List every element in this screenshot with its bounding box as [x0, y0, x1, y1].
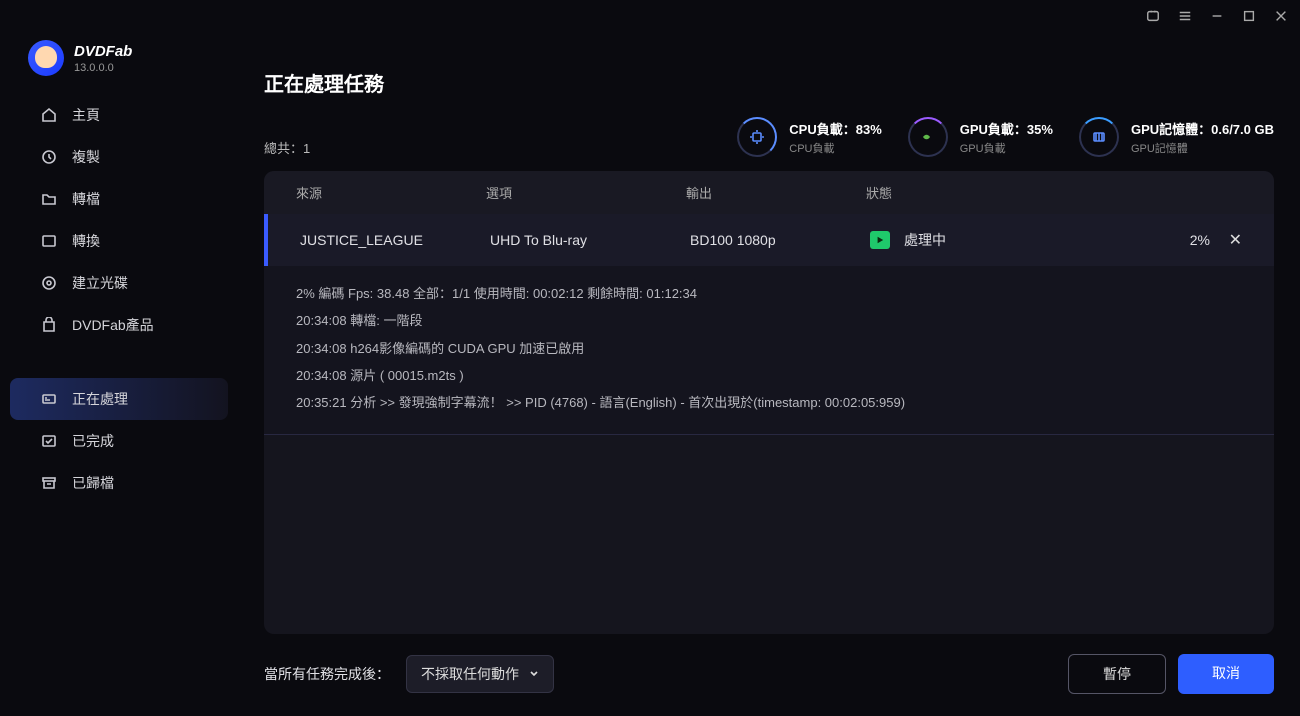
page-title: 正在處理任務	[264, 68, 1274, 97]
chevron-down-icon	[529, 666, 539, 682]
col-output: 輸出	[686, 183, 866, 202]
total-count: 總共：1	[264, 138, 310, 157]
sidebar: DVDFab 13.0.0.0 主頁 複製 轉檔 轉換 建立光碟 DVDFab產…	[0, 32, 238, 716]
mem-ring-icon	[1079, 117, 1119, 157]
sidebar-item-home[interactable]: 主頁	[10, 94, 228, 136]
gpu-sub: GPU負載	[960, 140, 1053, 156]
footer: 當所有任務完成後： 不採取任何動作 暫停 取消	[264, 634, 1274, 716]
sidebar-item-archived[interactable]: 已歸檔	[10, 462, 228, 504]
sidebar-item-label: DVDFab產品	[72, 315, 154, 335]
mem-sub: GPU記憶體	[1131, 140, 1274, 156]
col-options: 選項	[486, 183, 686, 202]
table-header: 來源 選項 輸出 狀態	[264, 171, 1274, 214]
titlebar	[0, 0, 1300, 32]
log-line: 2% 編碼 Fps: 38.48 全部：1/1 使用時間: 00:02:12 剩…	[296, 280, 1242, 307]
sidebar-item-label: 轉檔	[72, 189, 100, 209]
mem-label: GPU記憶體：0.6/7.0 GB	[1131, 119, 1274, 138]
select-value: 不採取任何動作	[421, 664, 519, 684]
cell-options: UHD To Blu-ray	[490, 232, 690, 248]
menu-icon[interactable]	[1178, 9, 1192, 23]
sidebar-item-label: 已歸檔	[72, 473, 114, 493]
cell-output: BD100 1080p	[690, 232, 870, 248]
sidebar-item-transform[interactable]: 轉換	[10, 220, 228, 262]
clock-icon	[40, 148, 58, 166]
sidebar-item-label: 已完成	[72, 431, 114, 451]
log-line: 20:34:08 轉檔: 一階段	[296, 307, 1242, 334]
sidebar-item-label: 正在處理	[72, 389, 128, 409]
cpu-ring-icon	[737, 117, 777, 157]
col-status: 狀態	[866, 183, 1096, 202]
sidebar-item-processing[interactable]: 正在處理	[10, 378, 228, 420]
log-line: 20:34:08 源片 ( 00015.m2ts )	[296, 362, 1242, 389]
cell-status: 處理中	[904, 230, 946, 250]
table-row[interactable]: JUSTICE_LEAGUE UHD To Blu-ray BD100 1080…	[264, 214, 1274, 266]
sidebar-item-copy[interactable]: 複製	[10, 136, 228, 178]
brand: DVDFab 13.0.0.0	[0, 32, 238, 94]
check-icon	[40, 432, 58, 450]
system-stats: CPU負載：83% CPU負載 GPU負載：35% GPU負載	[737, 117, 1274, 157]
when-done-select[interactable]: 不採取任何動作	[406, 655, 554, 693]
minimize-icon[interactable]	[1210, 9, 1224, 23]
cancel-button[interactable]: 取消	[1178, 654, 1274, 694]
col-source: 來源	[296, 183, 486, 202]
log-panel: 2% 編碼 Fps: 38.48 全部：1/1 使用時間: 00:02:12 剩…	[264, 266, 1274, 435]
gpu-label: GPU負載：35%	[960, 119, 1053, 138]
task-remove-icon[interactable]: ✕	[1229, 232, 1242, 249]
sidebar-item-create-disc[interactable]: 建立光碟	[10, 262, 228, 304]
close-icon[interactable]	[1274, 9, 1288, 23]
gpu-ring-icon	[908, 117, 948, 157]
sidebar-item-convert[interactable]: 轉檔	[10, 178, 228, 220]
cpu-sub: CPU負載	[789, 140, 881, 156]
task-panel: 來源 選項 輸出 狀態 JUSTICE_LEAGUE UHD To Blu-ra…	[264, 171, 1274, 634]
log-line: 20:35:21 分析 >> 發現強制字幕流！ >> PID (4768) - …	[296, 389, 1242, 416]
folder-icon	[40, 190, 58, 208]
rect-icon	[40, 232, 58, 250]
cell-progress: 2%	[1100, 232, 1210, 248]
sidebar-item-label: 主頁	[72, 105, 100, 125]
updates-icon[interactable]	[1146, 9, 1160, 23]
log-line: 20:34:08 h264影像編碼的 CUDA GPU 加速已啟用	[296, 335, 1242, 362]
app-logo-icon	[28, 40, 64, 76]
card-icon	[40, 390, 58, 408]
maximize-icon[interactable]	[1242, 9, 1256, 23]
bag-icon	[40, 316, 58, 334]
sidebar-item-label: 建立光碟	[72, 273, 128, 293]
sidebar-item-label: 轉換	[72, 231, 100, 251]
archive-icon	[40, 474, 58, 492]
cpu-label: CPU負載：83%	[789, 119, 881, 138]
content: 正在處理任務 總共：1 CPU負載：83% CPU負載 GPU負載：35	[238, 32, 1300, 716]
pause-button[interactable]: 暫停	[1068, 654, 1166, 694]
sidebar-item-products[interactable]: DVDFab產品	[10, 304, 228, 346]
sidebar-item-done[interactable]: 已完成	[10, 420, 228, 462]
sidebar-item-label: 複製	[72, 147, 100, 167]
cell-source: JUSTICE_LEAGUE	[300, 232, 490, 248]
home-icon	[40, 106, 58, 124]
app-name: DVDFab	[74, 43, 132, 60]
play-icon	[870, 231, 890, 249]
app-version: 13.0.0.0	[74, 62, 132, 74]
when-done-label: 當所有任務完成後：	[264, 664, 390, 684]
disc-icon	[40, 274, 58, 292]
